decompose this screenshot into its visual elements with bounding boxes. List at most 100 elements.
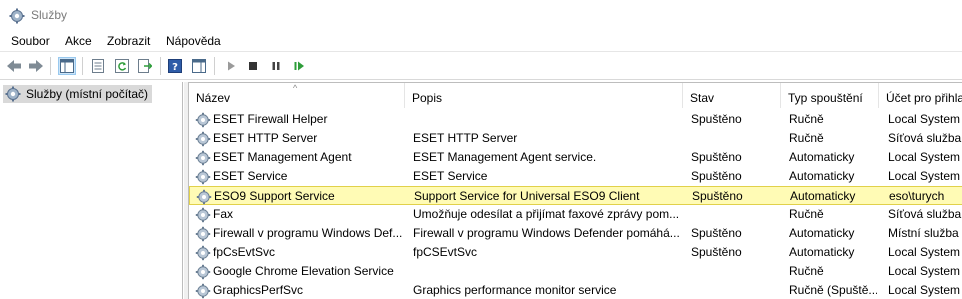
- cell-status: Spuštěno: [692, 189, 743, 203]
- cell-startup-type: Ručně: [789, 207, 824, 221]
- cell-startup-type: Ručně: [789, 131, 824, 145]
- show-console-tree-button[interactable]: [58, 57, 76, 75]
- table-row[interactable]: ESET HTTP Server ESET HTTP Server Ručně Síť…: [189, 129, 962, 148]
- cell-startup-type: Automaticky: [789, 226, 855, 240]
- svg-text:?: ?: [172, 62, 178, 73]
- cell-description: [413, 262, 679, 281]
- cell-description: Graphics performance monitor service: [413, 283, 617, 297]
- cell-status: Spuštěno: [691, 150, 742, 164]
- table-row[interactable]: ESET Management Agent ESET Management Age…: [189, 148, 962, 167]
- cell-description: ESET Service: [413, 169, 488, 183]
- toolbar-separator: [50, 57, 51, 75]
- menu-action[interactable]: Akce: [65, 34, 92, 48]
- arrow-left-icon: [7, 60, 21, 72]
- column-header-name[interactable]: Název: [189, 83, 405, 108]
- start-service-button[interactable]: [222, 57, 240, 75]
- cell-log-on-as: Local System: [888, 245, 961, 259]
- cell-description: Firewall v programu Windows Defender pom…: [413, 226, 679, 240]
- column-header-startup-type[interactable]: Typ spouštění: [781, 83, 879, 108]
- table-row[interactable]: GraphicsPerfSvc Graphics performance moni…: [189, 281, 962, 299]
- restart-icon: [294, 61, 304, 71]
- cell-status: Spuštěno: [691, 245, 742, 259]
- cell-status: [691, 205, 779, 224]
- table-row[interactable]: Firewall v programu Windows Def... Firewa…: [189, 224, 962, 243]
- toolbar-separator: [82, 57, 83, 75]
- console-tree-icon: [60, 59, 74, 73]
- window-title: Služby: [31, 8, 68, 22]
- cell-name: GraphicsPerfSvc: [213, 283, 304, 297]
- service-gear-icon: [195, 283, 211, 299]
- console-tree: Služby (místní počítač): [0, 82, 183, 299]
- forward-button[interactable]: [27, 57, 45, 75]
- toolbar: ?: [0, 53, 962, 80]
- properties-button[interactable]: [89, 57, 107, 75]
- export-list-button[interactable]: [136, 57, 154, 75]
- cell-status: [691, 129, 779, 148]
- cell-name: ESET HTTP Server: [213, 131, 318, 145]
- cell-description: [413, 110, 679, 129]
- table-row[interactable]: ESET Service ESET Service Spuštěno Automati…: [189, 167, 962, 186]
- cell-description: Support Service for Universal ESO9 Clien…: [414, 189, 640, 203]
- help-icon: ?: [168, 59, 182, 73]
- properties-icon: [92, 59, 104, 73]
- services-list: ^ Název Popis Stav Typ spouštění Účet pr…: [188, 82, 962, 299]
- refresh-button[interactable]: [113, 57, 131, 75]
- cell-startup-type: Ručně: [789, 264, 824, 278]
- cell-status: Spuštěno: [691, 112, 742, 126]
- services-gear-icon: [9, 8, 25, 24]
- table-row-selected[interactable]: ESO9 Support Service Support Service for …: [189, 186, 962, 205]
- action-pane-icon: [192, 59, 206, 73]
- column-header-log-on-as[interactable]: Účet pro přihla: [879, 83, 962, 108]
- cell-log-on-as: Síťová služba: [888, 207, 962, 221]
- menu-view[interactable]: Zobrazit: [107, 34, 150, 48]
- table-row[interactable]: Fax Umožňuje odesílat a přijímat faxové z…: [189, 205, 962, 224]
- cell-name: ESET Firewall Helper: [213, 112, 328, 126]
- cell-name: fpCsEvtSvc: [213, 245, 276, 259]
- toolbar-separator: [214, 57, 215, 75]
- cell-startup-type: Automaticky: [790, 189, 856, 203]
- cell-log-on-as: Local System: [888, 112, 961, 126]
- help-button[interactable]: ?: [166, 57, 184, 75]
- cell-status: [691, 281, 779, 299]
- table-row[interactable]: fpCsEvtSvc fpCSEvtSvc Spuštěno Automaticky L…: [189, 243, 962, 262]
- refresh-icon: [115, 59, 129, 73]
- service-gear-icon: [196, 189, 212, 205]
- restart-service-button[interactable]: [290, 57, 308, 75]
- table-row[interactable]: ESET Firewall Helper Spuštěno Ručně Local S…: [189, 110, 962, 129]
- cell-description: Umožňuje odesílat a přijímat faxové zprá…: [413, 207, 679, 221]
- service-gear-icon: [195, 207, 211, 223]
- table-row[interactable]: Google Chrome Elevation Service Ručně Loca…: [189, 262, 962, 281]
- stop-service-button[interactable]: [244, 57, 262, 75]
- service-gear-icon: [195, 169, 211, 185]
- cell-log-on-as: Local System: [888, 283, 961, 297]
- column-header-description[interactable]: Popis: [405, 83, 683, 108]
- show-action-pane-button[interactable]: [190, 57, 208, 75]
- cell-name: Firewall v programu Windows Def...: [213, 226, 403, 240]
- column-header-status[interactable]: Stav: [683, 83, 781, 108]
- cell-name: Fax: [213, 207, 234, 221]
- cell-startup-type: Automaticky: [789, 245, 855, 259]
- cell-log-on-as: Local System: [888, 169, 961, 183]
- cell-log-on-as: Síťová služba: [888, 131, 962, 145]
- cell-description: ESET HTTP Server: [413, 131, 518, 145]
- column-header-row: ^ Název Popis Stav Typ spouštění Účet pr…: [189, 83, 962, 108]
- title-bar: Služby: [0, 0, 962, 31]
- cell-description: fpCSEvtSvc: [413, 245, 478, 259]
- menu-file[interactable]: Soubor: [11, 34, 50, 48]
- cell-startup-type: Automaticky: [789, 150, 855, 164]
- export-icon: [138, 59, 152, 73]
- tree-item-services-local[interactable]: Služby (místní počítač): [3, 85, 153, 103]
- services-gear-icon: [5, 86, 21, 102]
- menu-help[interactable]: Nápověda: [166, 34, 221, 48]
- back-button[interactable]: [5, 57, 23, 75]
- cell-log-on-as: Local System: [888, 150, 961, 164]
- cell-name: ESET Management Agent: [213, 150, 352, 164]
- cell-description: ESET Management Agent service.: [413, 150, 597, 164]
- service-gear-icon: [195, 150, 211, 166]
- cell-name: ESET Service: [213, 169, 288, 183]
- stop-icon: [249, 62, 257, 70]
- pause-icon: [272, 62, 280, 70]
- cell-status: Spuštěno: [691, 169, 742, 183]
- pause-service-button[interactable]: [267, 57, 285, 75]
- service-gear-icon: [195, 264, 211, 280]
